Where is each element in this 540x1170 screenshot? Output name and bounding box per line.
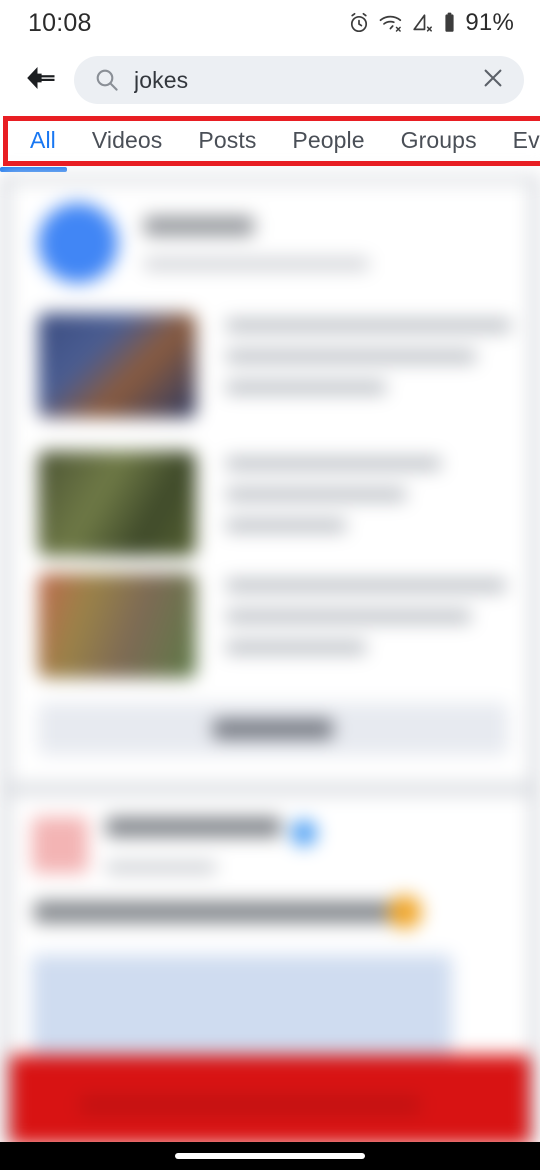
result-card-pages[interactable]	[10, 183, 530, 783]
result-card-subtitle	[144, 258, 369, 270]
result-text-lines	[226, 579, 511, 672]
search-icon	[94, 67, 120, 93]
avatar	[32, 817, 88, 873]
search-header: jokes	[0, 46, 540, 114]
tab-people[interactable]: People	[274, 127, 382, 154]
promo-banner[interactable]	[10, 1055, 530, 1145]
search-results-list[interactable]	[0, 175, 540, 1145]
see-all-label	[213, 719, 333, 739]
result-card-header	[38, 203, 369, 283]
emoji-icon	[388, 895, 422, 929]
close-icon	[480, 65, 506, 96]
search-tabs: All Videos Posts People Groups Eve	[0, 114, 540, 172]
post-author-name	[106, 817, 281, 838]
back-arrow-icon	[24, 63, 58, 98]
back-button[interactable]	[12, 51, 70, 109]
clear-search-button[interactable]	[476, 63, 510, 97]
search-field[interactable]: jokes	[74, 56, 524, 104]
list-item[interactable]	[38, 313, 511, 425]
result-text-lines	[226, 457, 511, 550]
post-author-block	[106, 817, 318, 873]
promo-banner-text	[80, 1095, 420, 1115]
tab-groups[interactable]: Groups	[383, 127, 495, 154]
result-card-title	[144, 216, 254, 236]
list-item[interactable]	[38, 573, 508, 685]
post-header	[32, 817, 318, 873]
active-tab-indicator	[0, 167, 67, 172]
status-bar-icons: 91%	[347, 9, 514, 37]
verified-badge-icon	[291, 819, 318, 846]
avatar	[38, 203, 118, 283]
status-bar-clock: 10:08	[28, 8, 92, 37]
tab-events[interactable]: Eve	[495, 127, 540, 154]
status-bar: 10:08 91%	[0, 0, 540, 46]
tab-posts[interactable]: Posts	[180, 127, 274, 154]
system-navigation-bar	[0, 1142, 540, 1170]
result-card-post[interactable]	[10, 795, 530, 1095]
post-body-text	[34, 901, 394, 923]
tab-all[interactable]: All	[12, 127, 74, 154]
search-tabs-scroller[interactable]: All Videos Posts People Groups Eve	[0, 114, 540, 166]
search-input[interactable]: jokes	[134, 67, 476, 94]
home-indicator[interactable]	[175, 1153, 365, 1159]
battery-percent-label: 91%	[465, 9, 514, 36]
result-thumbnail	[38, 451, 196, 556]
phone-screen: 10:08 91% jokes All Videos Posts People …	[0, 0, 540, 1170]
wifi-off-icon	[378, 11, 404, 35]
result-thumbnail	[38, 313, 196, 418]
result-text-lines	[226, 319, 511, 412]
result-thumbnail	[38, 573, 196, 678]
tab-videos[interactable]: Videos	[74, 127, 181, 154]
mobile-signal-off-icon	[411, 11, 435, 35]
battery-icon	[442, 11, 457, 35]
see-all-button[interactable]	[38, 703, 508, 755]
list-item[interactable]	[38, 451, 508, 563]
alarm-icon	[347, 11, 371, 35]
result-card-header-text	[144, 216, 369, 270]
post-timestamp	[106, 861, 216, 873]
